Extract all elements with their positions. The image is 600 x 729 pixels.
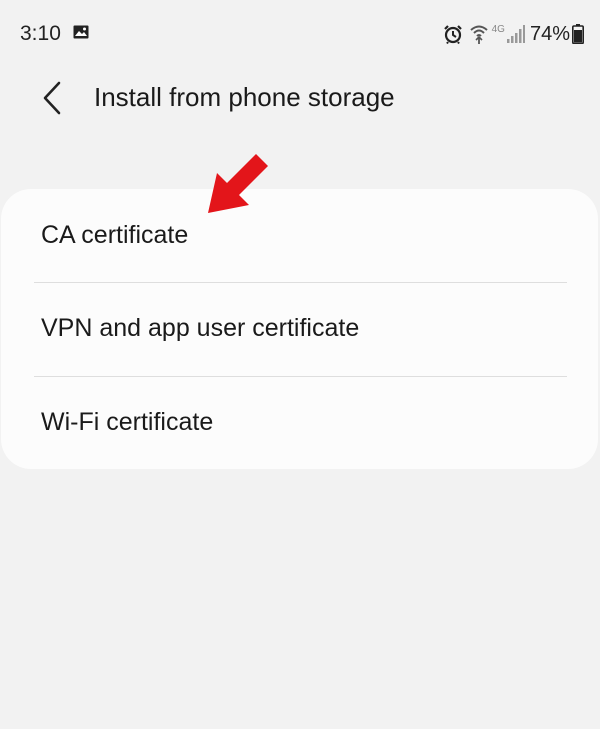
app-header: Install from phone storage (0, 70, 600, 130)
wifi-certificate-item[interactable]: Wi-Fi certificate (1, 376, 598, 469)
battery-percent: 74% (529, 22, 570, 45)
battery-icon (572, 24, 584, 44)
list-item-label: VPN and app user certificate (41, 314, 360, 342)
certificate-options-card: CA certificate VPN and app user certific… (1, 189, 598, 469)
chevron-left-icon (43, 81, 61, 115)
ca-certificate-item[interactable]: CA certificate (1, 189, 598, 282)
network-type: 4G (491, 23, 505, 35)
signal-icon (506, 25, 525, 43)
status-bar: 3:10 4G 74% (0, 0, 600, 70)
vpn-app-user-certificate-item[interactable]: VPN and app user certificate (1, 282, 598, 375)
list-item-label: Wi-Fi certificate (41, 408, 214, 436)
status-icons: 4G 74% (443, 21, 584, 47)
wifi-calling-icon (469, 25, 488, 44)
back-button[interactable] (30, 76, 74, 120)
page-title: Install from phone storage (94, 82, 395, 112)
list-item-label: CA certificate (41, 221, 189, 249)
image-icon (73, 25, 89, 39)
alarm-icon (443, 25, 462, 44)
status-time: 3:10 (20, 22, 61, 45)
red-arrow-icon (208, 154, 268, 213)
